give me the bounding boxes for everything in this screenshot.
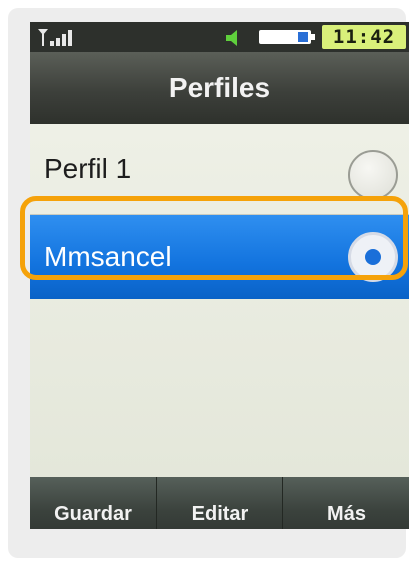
radio-button-unselected-icon[interactable] bbox=[348, 150, 398, 200]
profile-item-perfil-1[interactable]: Perfil 1 bbox=[30, 124, 409, 215]
status-bar: 11:42 bbox=[30, 22, 409, 52]
page-title: Perfiles bbox=[168, 72, 271, 103]
speaker-icon bbox=[226, 30, 237, 46]
save-button[interactable]: Guardar bbox=[30, 477, 156, 529]
battery-icon bbox=[259, 30, 315, 44]
profile-item-mmsancel[interactable]: Mmsancel bbox=[30, 215, 409, 299]
softkey-bar: Guardar Editar Más bbox=[30, 477, 409, 529]
edit-button[interactable]: Editar bbox=[156, 477, 283, 529]
radio-button-selected-icon[interactable] bbox=[348, 232, 398, 282]
profile-list: Perfil 1 Mmsancel bbox=[30, 124, 409, 477]
more-button[interactable]: Más bbox=[282, 477, 409, 529]
profile-label: Mmsancel bbox=[44, 241, 172, 272]
phone-screen: 11:42 Perfiles Perfil 1 Mmsancel Guardar… bbox=[30, 22, 409, 529]
title-bar: Perfiles bbox=[30, 52, 409, 124]
signal-strength-icon bbox=[38, 29, 72, 46]
profile-label: Perfil 1 bbox=[44, 153, 132, 184]
clock: 11:42 bbox=[322, 25, 406, 49]
radio-dot bbox=[365, 249, 381, 265]
